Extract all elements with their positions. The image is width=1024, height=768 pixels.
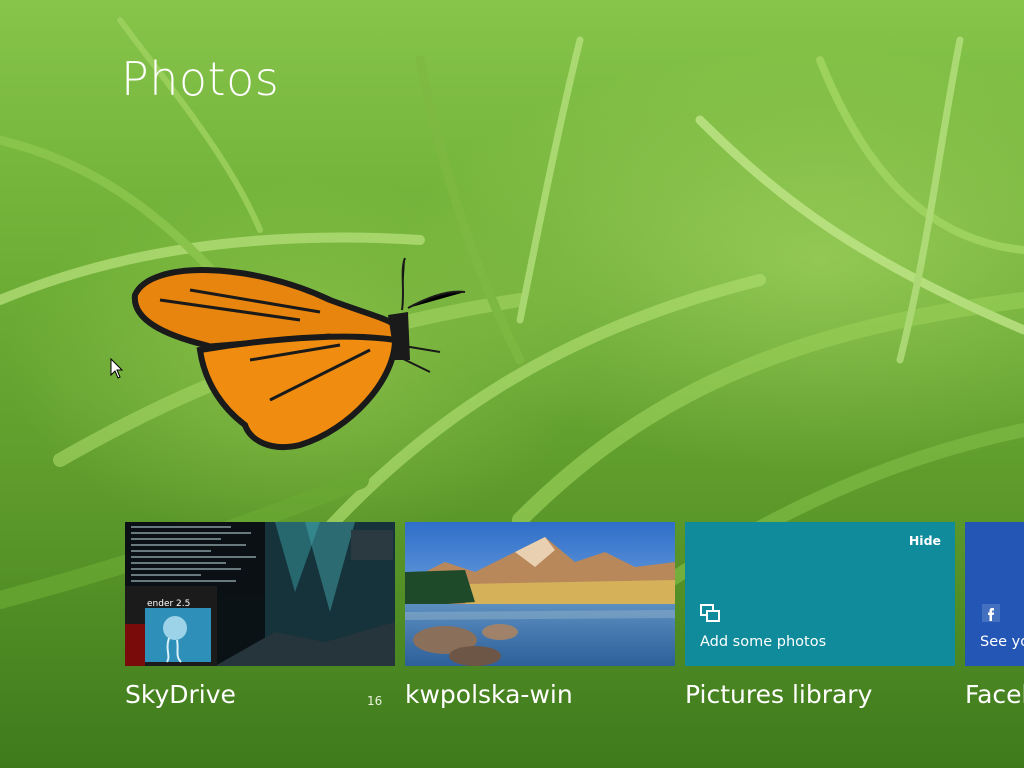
landscape-thumbnail [405,522,675,666]
tile-skydrive-count: 16 [367,694,383,708]
tile-pictures-library[interactable]: Hide Add some photos [685,522,955,666]
hide-button[interactable]: Hide [909,533,941,548]
tile-skydrive[interactable]: ender 2.5 [125,522,395,666]
tile-pictures-library-label[interactable]: Pictures library [685,680,872,709]
facebook-tile-text: See yo [980,634,1024,650]
skydrive-thumbnail: ender 2.5 [125,522,395,666]
skydrive-thumb-text: ender 2.5 [147,599,190,609]
tile-kwpolska-win[interactable] [405,522,675,666]
butterfly-photo [131,257,466,451]
tile-facebook-label[interactable]: Faceb [965,680,1024,709]
mouse-cursor-icon [110,358,124,379]
tile-skydrive-label[interactable]: SkyDrive [125,680,236,709]
tile-kwpolska-win-label[interactable]: kwpolska-win [405,680,573,709]
app-title: Photos [121,52,280,106]
facebook-icon [982,604,1000,622]
add-photos-icon [700,604,720,622]
add-some-photos-text: Add some photos [700,634,827,650]
tile-facebook[interactable]: See yo [965,522,1024,666]
